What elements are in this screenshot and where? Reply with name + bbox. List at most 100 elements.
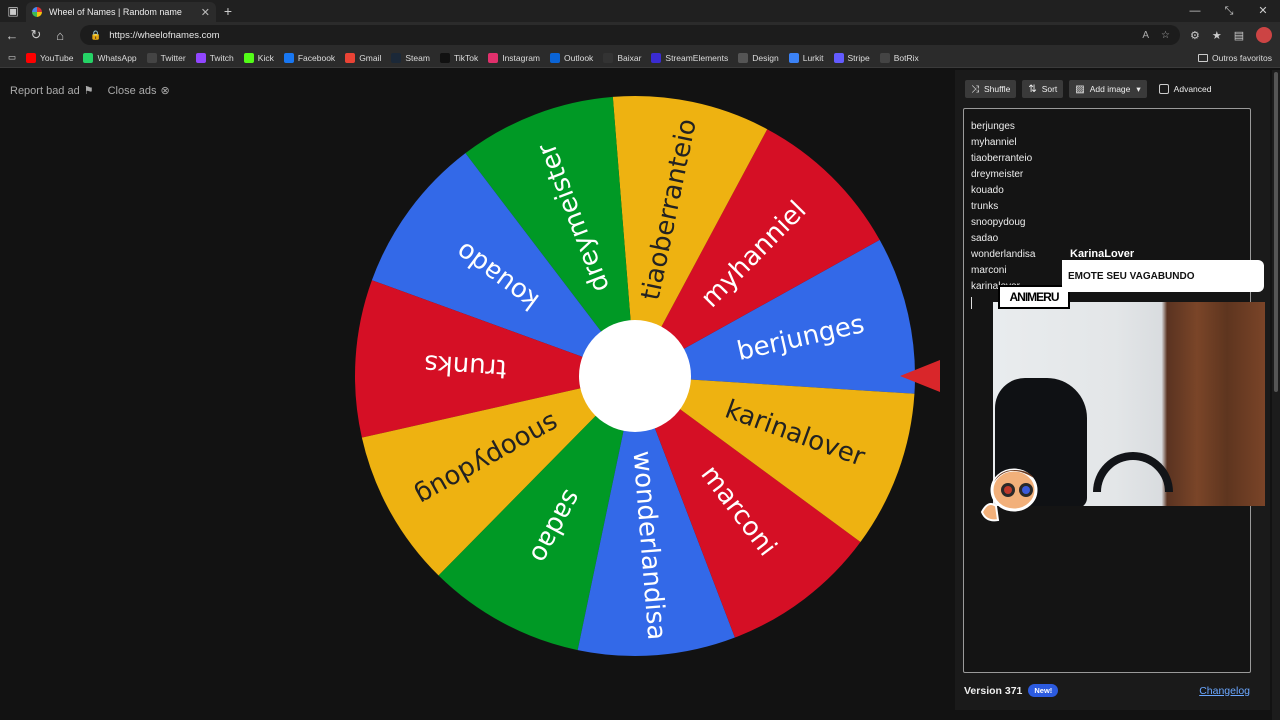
chevron-down-icon: ▾ [1136, 83, 1141, 94]
bookmark-label: Facebook [297, 52, 336, 63]
shuffle-icon: ⤨ [971, 83, 979, 95]
add-image-button[interactable]: ▨ Add image ▾ [1069, 80, 1147, 98]
botrix-icon [879, 52, 890, 63]
report-bad-ad-label: Report bad ad [10, 85, 80, 97]
browser-tab[interactable]: Wheel of Names | Random name ✕ [26, 2, 216, 22]
bookmark-baixar[interactable]: Baixar [603, 52, 642, 63]
cam-label: ANIMERU [998, 285, 1070, 309]
minimize-icon[interactable]: — [1178, 0, 1212, 22]
wheel-center-hub[interactable] [579, 320, 691, 432]
steam-icon [391, 52, 402, 63]
bookmark-label: Stripe [847, 52, 870, 63]
bookmark-design[interactable]: Design [738, 52, 779, 63]
url-field[interactable]: 🔒 https://wheelofnames.com A ☆ [80, 25, 1180, 45]
bookmark-kick[interactable]: Kick [243, 52, 274, 63]
favorites-icon[interactable]: ★ [1212, 29, 1222, 42]
refresh-icon[interactable]: ↻ [24, 27, 48, 43]
close-window-icon[interactable]: ✕ [1246, 0, 1280, 22]
url-text: https://wheelofnames.com [109, 29, 220, 41]
bookmark-label: WhatsApp [97, 52, 137, 63]
bookmark-label: Baixar [617, 52, 642, 63]
version-label: Version 371 [964, 684, 1023, 697]
facebook-icon [283, 52, 294, 63]
flag-icon: ⚑ [83, 85, 94, 97]
name-entry: trunks [971, 201, 999, 212]
bookmark-whatsapp[interactable]: WhatsApp [83, 52, 137, 63]
bookmark-instagram[interactable]: Instagram [488, 52, 541, 63]
chair-armrest [1093, 452, 1173, 492]
name-entry: berjunges [971, 121, 1015, 132]
bookmark-twitch[interactable]: Twitch [195, 52, 234, 63]
home-icon[interactable]: ⌂ [48, 28, 72, 43]
sort-icon: ⇅ [1028, 83, 1037, 95]
youtube-icon [26, 52, 37, 63]
bookmark-steam[interactable]: Steam [391, 52, 430, 63]
report-bad-ad-link[interactable]: Report bad ad ⚑ [10, 84, 94, 97]
bookmark-gmail[interactable]: Gmail [345, 52, 381, 63]
lock-icon: 🔒 [90, 29, 102, 40]
bookmark-streamelements[interactable]: StreamElements [651, 52, 729, 63]
bookmark-label: Instagram [502, 52, 541, 63]
ad-controls: Report bad ad ⚑ Close ads ⊗ [10, 84, 170, 97]
text-caret [971, 297, 972, 309]
lurkit-icon [788, 52, 799, 63]
close-tab-icon[interactable]: ✕ [201, 6, 210, 19]
bookmark-stripe[interactable]: Stripe [833, 52, 870, 63]
bookmark-botrix[interactable]: BotRix [879, 52, 919, 63]
new-tab-icon[interactable]: + [216, 3, 240, 19]
changelog-link[interactable]: Changelog [1199, 685, 1250, 697]
collections-icon[interactable]: ▤ [1234, 29, 1244, 42]
sort-button[interactable]: ⇅ Sort [1022, 80, 1064, 98]
profile-avatar[interactable] [1256, 27, 1273, 43]
bookmark-label: Lurkit [802, 52, 824, 63]
favorite-star-icon[interactable]: ☆ [1161, 30, 1170, 41]
shuffle-button[interactable]: ⤨ Shuffle [965, 80, 1017, 98]
wheel-of-names[interactable]: berjungesmyhannieltiaoberranteiodreymeis… [350, 90, 950, 670]
streamer-avatar-sticker [980, 468, 1038, 522]
scrollbar-thumb[interactable] [1274, 72, 1278, 392]
name-entry: kouado [971, 185, 1004, 196]
tab-title: Wheel of Names | Random name [49, 7, 182, 17]
name-entry: myhanniel [971, 137, 1017, 148]
panel-footer: Version 371 New! Changelog [964, 684, 1250, 697]
wheel-area[interactable]: berjunges myhanniel tiaoberranteio dreymeis… [350, 90, 950, 670]
shuffle-label: Shuffle [984, 84, 1011, 94]
close-ads-link[interactable]: Close ads ⊗ [108, 84, 170, 97]
restore-icon[interactable]: ⤡ [1212, 0, 1246, 22]
entries-toolbar: ⤨ Shuffle ⇅ Sort ▨ Add image ▾ Advanced [965, 80, 1211, 98]
bookmark-youtube[interactable]: YouTube [26, 52, 73, 63]
tab-actions-icon[interactable]: ▣ [0, 0, 26, 22]
bookmark-outlook[interactable]: Outlook [550, 52, 593, 63]
advanced-checkbox[interactable]: Advanced [1158, 84, 1212, 94]
image-icon: ▨ [1075, 83, 1085, 95]
bookmark-facebook[interactable]: Facebook [283, 52, 336, 63]
back-icon[interactable]: ← [0, 28, 24, 43]
close-ads-label: Close ads [107, 85, 157, 97]
instagram-icon [488, 52, 499, 63]
add-image-label: Add image [1089, 84, 1131, 94]
bookmark-label: Steam [405, 52, 430, 63]
other-favorites-folder[interactable]: Outros favoritos [1198, 53, 1272, 63]
new-badge: New! [1028, 684, 1059, 697]
extensions-icon[interactable]: ⚙ [1190, 29, 1200, 42]
bookmark-twitter[interactable]: Twitter [146, 52, 186, 63]
name-entry: sadao [971, 233, 999, 244]
bookmark-label: Kick [257, 52, 274, 63]
advanced-label: Advanced [1173, 84, 1212, 94]
other-favorites-label: Outros favoritos [1212, 52, 1272, 63]
wheel-pointer [900, 360, 940, 392]
bookmark-tiktok[interactable]: TikTok [439, 52, 478, 63]
page-scrollbar[interactable] [1272, 70, 1280, 720]
read-aloud-icon[interactable]: A [1142, 30, 1149, 41]
name-entry: tiaoberranteio [971, 153, 1033, 164]
chat-message: EMOTE SEU VAGABUNDO [1062, 260, 1264, 292]
bookmark-label: StreamElements [665, 52, 729, 63]
bookmark-label: Design [752, 52, 779, 63]
bookmark-lurkit[interactable]: Lurkit [788, 52, 824, 63]
twitter-icon [146, 52, 157, 63]
bookmarks-bar: ▭ YouTube WhatsApp Twitter Twitch Kick Facebo… [0, 48, 1280, 68]
close-circle-icon: ⊗ [160, 85, 170, 97]
window-controls: — ⤡ ✕ [1178, 0, 1280, 22]
bookmark-menu-icon[interactable]: ▭ [8, 52, 16, 63]
twitch-icon [195, 52, 206, 63]
